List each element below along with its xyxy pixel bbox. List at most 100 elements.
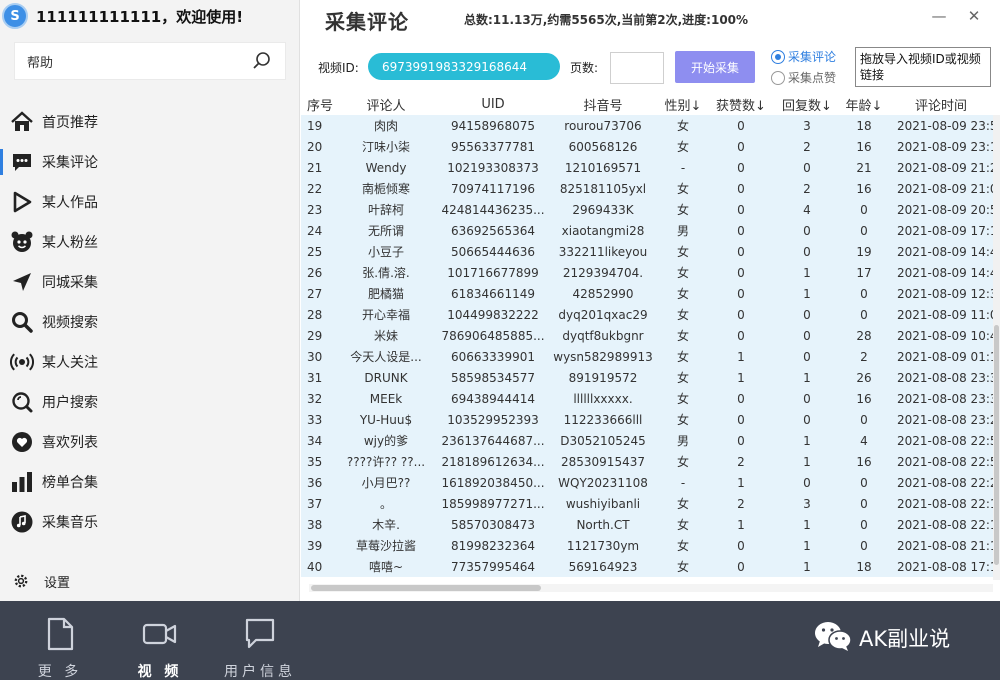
- cell-commenter: wjy的爹: [363, 434, 409, 448]
- cell-commenter: 南栀倾寒: [361, 182, 410, 196]
- cell-uid: 94158968075: [451, 118, 535, 133]
- help-label: 帮助: [27, 55, 54, 71]
- cell-comment-time: 2021-08-09 10:4: [897, 328, 993, 343]
- video-id-input[interactable]: [368, 53, 560, 80]
- table-row[interactable]: 31 DRUNK 58598534577 891919572 女 1 1 26 2021-08-…: [301, 367, 993, 388]
- table-row[interactable]: 22 南栀倾寒 70974117196 825181105yxl 女 0 2 16 2021-0…: [301, 178, 993, 199]
- radio-unchecked-icon: [771, 70, 785, 85]
- table-row[interactable]: 32 MEEk 69438944414 llllllxxxxx. 女 0 0 16 2021-0…: [301, 388, 993, 409]
- table-row[interactable]: 23 叶辞柯 424814436235... 2969433K 女 0 4 0 2021-08-…: [301, 199, 993, 220]
- cell-douyin-id: 1210169571: [564, 160, 642, 175]
- sidebar-item-rankings[interactable]: 榜单合集: [0, 462, 300, 502]
- cell-likes: 0: [737, 223, 745, 238]
- drop-import-area[interactable]: 拖放导入视频ID或视频链接: [855, 47, 991, 87]
- cell-gender: 女: [676, 182, 689, 196]
- sidebar-item-label: 用户搜索: [42, 395, 98, 411]
- tab-video[interactable]: 视 频: [115, 601, 205, 680]
- cell-douyin-id: 891919572: [568, 370, 638, 385]
- sidebar-item-comments[interactable]: 采集评论: [0, 142, 300, 182]
- radio-collect-comments[interactable]: 采集评论: [771, 48, 836, 65]
- cell-index: 36: [307, 475, 323, 490]
- table-row[interactable]: 38 木辛. 58570308473 North.CT 女 1 1 0 2021-08-08 2…: [301, 514, 993, 535]
- table-row[interactable]: 33 YU-Huu$ 103529952393 112233666lll 女 0 0 0 202…: [301, 409, 993, 430]
- cell-comment-time: 2021-08-09 21:2: [897, 160, 993, 175]
- play-icon: [10, 190, 34, 214]
- sidebar-item-video-search[interactable]: 视频搜索: [0, 302, 300, 342]
- column-header[interactable]: 评论人: [333, 95, 439, 114]
- bar-chart-icon: [10, 470, 34, 494]
- column-header[interactable]: 序号: [301, 95, 333, 114]
- settings-button[interactable]: 设置: [0, 562, 300, 600]
- column-header[interactable]: 抖音号: [547, 95, 659, 114]
- table-row[interactable]: 29 米妹 786906485885... dyqtf8ukbgnr 女 0 0 28 2021…: [301, 325, 993, 346]
- cell-douyin-id: rourou73706: [564, 118, 642, 133]
- cell-douyin-id: 332211likeyou: [558, 244, 648, 259]
- scrollbar-thumb[interactable]: [311, 585, 541, 591]
- cell-likes: 0: [737, 244, 745, 259]
- table-row[interactable]: 27 肥橘猫 61834661149 42852990 女 0 1 0 2021-08-09 1…: [301, 283, 993, 304]
- table-row[interactable]: 24 无所谓 63692565364 xiaotangmi28 男 0 0 0 2021-08-…: [301, 220, 993, 241]
- table-row[interactable]: 28 开心幸福 104499832222 dyq201qxac29 女 0 0 0 2021-0…: [301, 304, 993, 325]
- cell-douyin-id: 2969433K: [572, 202, 634, 217]
- start-collect-button[interactable]: 开始采集: [675, 51, 755, 83]
- minimize-button[interactable]: —: [929, 6, 949, 26]
- horizontal-scrollbar[interactable]: [309, 584, 993, 592]
- sidebar-item-user-search[interactable]: 用户搜索: [0, 382, 300, 422]
- column-header[interactable]: 评论时间: [889, 95, 993, 114]
- chat-bubble-icon: [215, 617, 305, 651]
- sidebar-item-home[interactable]: 首页推荐: [0, 102, 300, 142]
- table-row[interactable]: 39 草莓沙拉酱 81998232364 1121730ym 女 0 1 0 2021-08-0…: [301, 535, 993, 556]
- column-header[interactable]: 回复数↓: [775, 95, 839, 114]
- column-header[interactable]: 性别↓: [659, 95, 707, 114]
- tab-user-info[interactable]: 用户信息: [215, 601, 305, 680]
- table-row[interactable]: 21 Wendy 102193308373 1210169571 - 0 0 21 2021-0…: [301, 157, 993, 178]
- table-row[interactable]: 40 嘻嘻~ 77357995464 569164923 女 0 1 18 2021-08-08…: [301, 556, 993, 577]
- close-button[interactable]: ✕: [964, 6, 984, 26]
- column-header[interactable]: 获赞数↓: [707, 95, 775, 114]
- sidebar-item-works[interactable]: 某人作品: [0, 182, 300, 222]
- cell-comment-time: 2021-08-09 21:0: [897, 181, 993, 196]
- table-row[interactable]: 19 肉肉 94158968075 rourou73706 女 0 3 18 2021-08-0…: [301, 115, 993, 136]
- pages-input[interactable]: [610, 52, 664, 84]
- table-row[interactable]: 37 。 185998977271... wushiyibanli 女 2 3 0 2021-0…: [301, 493, 993, 514]
- table-row[interactable]: 30 今天人设是... 60663339901 wysn582989913 女 1 0 2 20…: [301, 346, 993, 367]
- cell-likes: 0: [737, 202, 745, 217]
- cell-replies: 4: [803, 202, 811, 217]
- cell-index: 24: [307, 223, 323, 238]
- tab-more[interactable]: 更 多: [15, 601, 105, 680]
- table-row[interactable]: 36 小月巴?? 161892038450... WQY20231108 - 1 0 0 202…: [301, 472, 993, 493]
- video-camera-icon: [115, 617, 205, 651]
- table-row[interactable]: 20 汀味小柒 95563377781 600568126 女 0 2 16 2021-08-0…: [301, 136, 993, 157]
- cell-age: 0: [860, 202, 868, 217]
- cell-gender: 女: [676, 203, 689, 217]
- sidebar-item-music[interactable]: 采集音乐: [0, 502, 300, 542]
- cell-replies: 0: [803, 391, 811, 406]
- sidebar-item-label: 某人关注: [42, 355, 98, 371]
- sidebar-item-likes[interactable]: 喜欢列表: [0, 422, 300, 462]
- cell-commenter: 张.倩.溶.: [362, 266, 410, 280]
- column-header[interactable]: UID: [439, 97, 547, 112]
- table-body: 19 肉肉 94158968075 rourou73706 女 0 3 18 2021-08-0…: [301, 115, 993, 577]
- table-row[interactable]: 35 ????许?? ??... 218189612634... 2853091543…: [301, 451, 993, 472]
- column-header[interactable]: 年龄↓: [839, 95, 889, 114]
- pages-label: 页数:: [570, 61, 599, 75]
- sidebar-item-fans[interactable]: 某人粉丝: [0, 222, 300, 262]
- cell-uid: 58570308473: [451, 517, 535, 532]
- cell-uid: 60663339901: [451, 349, 535, 364]
- cell-comment-time: 2021-08-08 17:1: [897, 559, 993, 574]
- scrollbar-thumb[interactable]: [994, 325, 999, 565]
- vertical-scrollbar[interactable]: [993, 115, 1000, 580]
- table-row[interactable]: 26 张.倩.溶. 101716677899 2129394704. 女 0 1 17 2021…: [301, 262, 993, 283]
- cell-age: 0: [860, 412, 868, 427]
- avatar[interactable]: S: [2, 3, 28, 29]
- sidebar-item-following[interactable]: 某人关注: [0, 342, 300, 382]
- radio-collect-likes[interactable]: 采集点赞: [771, 69, 836, 86]
- radio-checked-icon: [771, 49, 785, 64]
- table-row[interactable]: 34 wjy的爹 236137644687... D3052105245 男 0 1 4 202…: [301, 430, 993, 451]
- help-search-box[interactable]: 帮助: [14, 42, 286, 80]
- username: 111111111111，欢迎使用!: [36, 7, 244, 26]
- cell-likes: 2: [737, 454, 745, 469]
- table-row[interactable]: 25 小豆子 50665444636 332211likeyou 女 0 0 19 2021-0…: [301, 241, 993, 262]
- search-icon[interactable]: [251, 50, 273, 72]
- sidebar-item-nearby[interactable]: 同城采集: [0, 262, 300, 302]
